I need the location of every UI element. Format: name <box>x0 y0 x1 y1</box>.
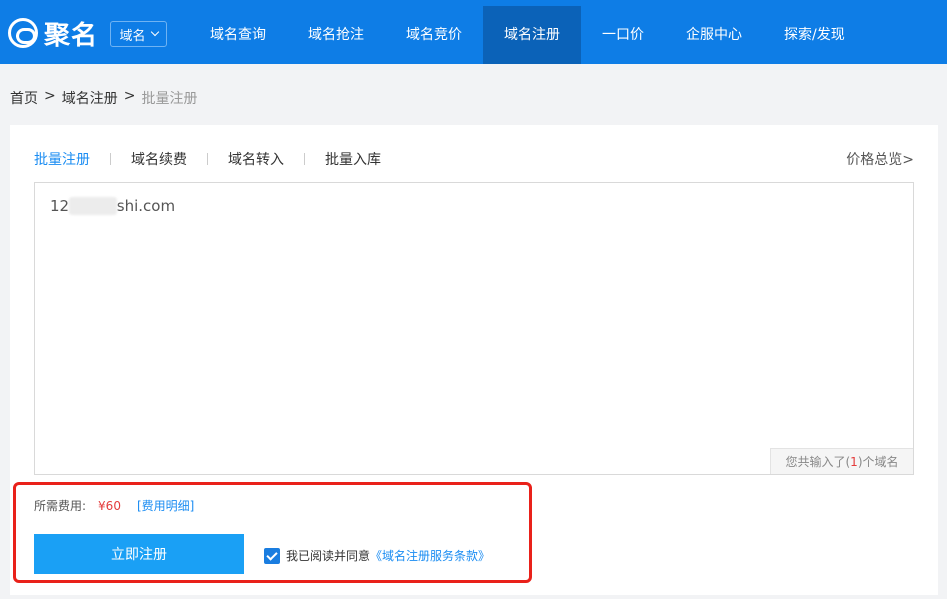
fee-row: 所需费用: ¥60 [费用明细] <box>34 497 194 514</box>
logo[interactable]: 聚名 <box>8 16 99 51</box>
counter-suffix: )个域名 <box>857 455 899 469</box>
nav-item-domain-backorder[interactable]: 域名抢注 <box>287 6 385 64</box>
agreement-row: 我已阅读并同意 《域名注册服务条款》 <box>264 547 490 564</box>
register-now-button[interactable]: 立即注册 <box>34 534 244 574</box>
counter-prefix: 您共输入了( <box>785 455 851 469</box>
fee-detail-link[interactable]: [费用明细] <box>137 497 194 514</box>
nav-item-domain-auction[interactable]: 域名竞价 <box>385 6 483 64</box>
nav-item-domain-register[interactable]: 域名注册 <box>483 6 581 64</box>
domain-count-indicator: 您共输入了(1)个域名 <box>770 448 913 474</box>
tab-divider <box>304 153 305 165</box>
tab-divider <box>207 153 208 165</box>
nav-item-fixed-price[interactable]: 一口价 <box>581 6 665 64</box>
nav-item-enterprise-service[interactable]: 企服中心 <box>665 6 763 64</box>
logo-icon <box>8 18 38 48</box>
domain-list-input[interactable]: 12 shi.com <box>35 183 913 474</box>
top-navigation-bar: 聚名 域名 域名查询 域名抢注 域名竞价 域名注册 一口价 企服中心 探索/发现 <box>0 0 947 64</box>
breadcrumb-home[interactable]: 首页 <box>10 88 38 108</box>
fee-value: ¥60 <box>98 498 121 513</box>
domain-category-select[interactable]: 域名 <box>110 21 167 47</box>
tab-batch-register[interactable]: 批量注册 <box>34 149 90 169</box>
logo-text: 聚名 <box>44 20 99 51</box>
breadcrumb-current: 批量注册 <box>141 91 198 107</box>
main-nav: 域名查询 域名抢注 域名竞价 域名注册 一口价 企服中心 探索/发现 <box>189 6 866 64</box>
tab-domain-renew[interactable]: 域名续费 <box>131 149 187 169</box>
counter-number: 1 <box>850 454 858 469</box>
chevron-down-icon <box>150 27 159 37</box>
price-overview-link[interactable]: 价格总览> <box>846 149 914 169</box>
nav-item-explore[interactable]: 探索/发现 <box>763 6 866 64</box>
breadcrumb-separator: > <box>123 88 136 104</box>
fee-label: 所需费用: <box>34 499 87 513</box>
agree-checkbox[interactable] <box>264 547 280 564</box>
tab-domain-transfer[interactable]: 域名转入 <box>228 149 284 169</box>
domain-select-label: 域名 <box>119 28 146 44</box>
tab-batch-import[interactable]: 批量入库 <box>325 149 381 169</box>
terms-link[interactable]: 《域名注册服务条款》 <box>370 547 490 564</box>
domain-textarea-wrapper: 12 shi.com 您共输入了(1)个域名 <box>34 182 914 475</box>
redacted-text-mask <box>69 197 117 215</box>
nav-item-domain-search[interactable]: 域名查询 <box>189 6 287 64</box>
breadcrumb-separator: > <box>44 88 56 104</box>
agreement-text: 我已阅读并同意 <box>286 549 371 563</box>
register-tabs: 批量注册 域名续费 域名转入 批量入库 <box>34 149 381 169</box>
tab-divider <box>110 153 111 165</box>
breadcrumb-domain-register[interactable]: 域名注册 <box>62 88 118 108</box>
breadcrumb: 首页 > 域名注册 > 批量注册 <box>10 88 197 108</box>
